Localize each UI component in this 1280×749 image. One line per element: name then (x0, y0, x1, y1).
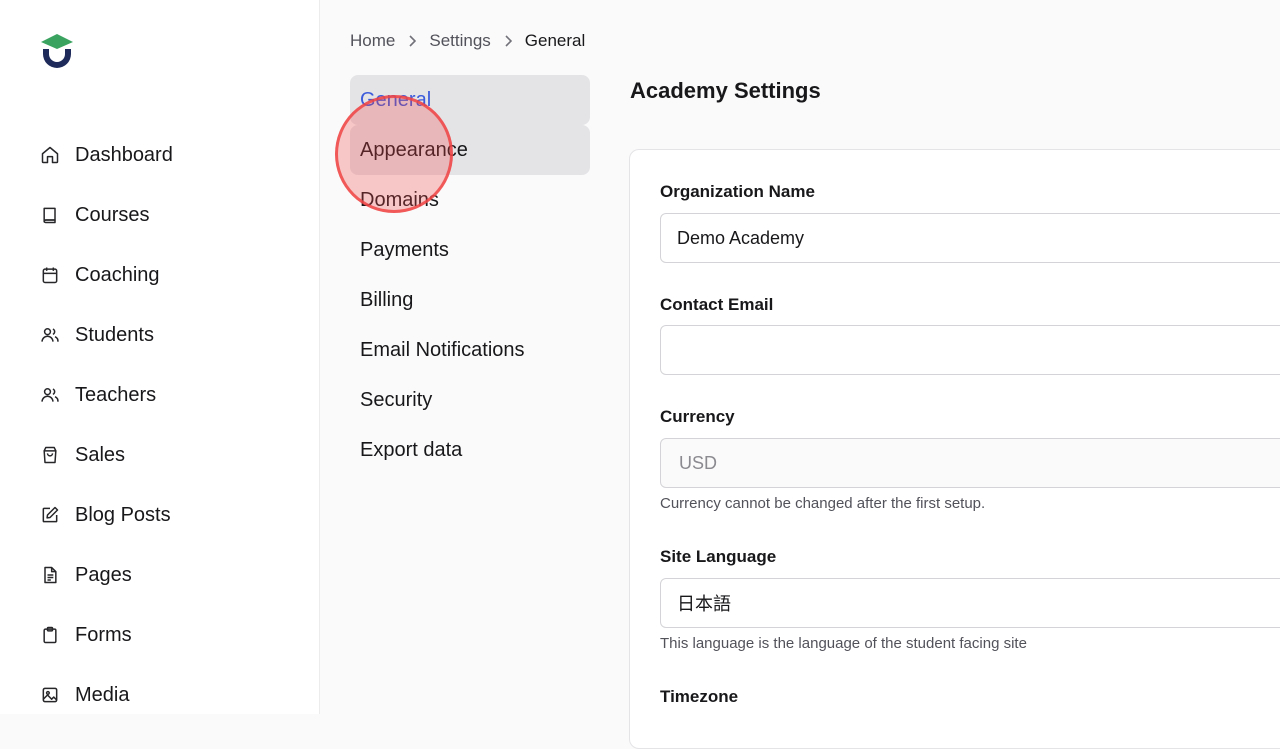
subnav-item-billing[interactable]: Billing (350, 275, 590, 325)
sidebar-nav: Dashboard Courses Coaching Students Teac… (0, 125, 320, 725)
subnav-item-domains[interactable]: Domains (350, 175, 590, 225)
subnav-item-appearance[interactable]: Appearance (350, 125, 590, 175)
settings-subnav: General Appearance Domains Payments Bill… (350, 75, 590, 475)
subnav-item-email-notifications[interactable]: Email Notifications (350, 325, 590, 375)
sidebar-item-label: Coaching (75, 263, 160, 286)
sidebar-item-forms[interactable]: Forms (0, 605, 320, 665)
book-icon (40, 205, 60, 225)
breadcrumb: Home Settings General (350, 31, 585, 51)
sidebar-item-media[interactable]: Media (0, 665, 320, 725)
sidebar-item-label: Dashboard (75, 143, 173, 166)
subnav-item-general[interactable]: General (350, 75, 590, 125)
contact-email-input[interactable] (660, 325, 1280, 375)
sidebar-item-label: Students (75, 323, 154, 346)
currency-value: USD (679, 452, 718, 473)
sidebar-item-label: Courses (75, 203, 150, 226)
sidebar-item-sales[interactable]: Sales (0, 425, 320, 485)
sidebar-item-pages[interactable]: Pages (0, 545, 320, 605)
sidebar-item-coaching[interactable]: Coaching (0, 245, 320, 305)
site-language-help-text: This language is the language of the stu… (660, 635, 1027, 652)
graduation-cap-logo[interactable] (38, 32, 76, 70)
sidebar-item-label: Teachers (75, 383, 157, 406)
currency-help-text: Currency cannot be changed after the fir… (660, 495, 986, 512)
site-language-value: 日本語 (677, 594, 731, 614)
organization-name-input[interactable]: Demo Academy (660, 213, 1280, 263)
sidebar-item-label: Blog Posts (75, 503, 171, 526)
subnav-item-export-data[interactable]: Export data (350, 425, 590, 475)
site-language-label: Site Language (660, 547, 777, 566)
contact-email-label: Contact Email (660, 295, 774, 314)
timezone-label: Timezone (660, 687, 739, 706)
sidebar-item-label: Pages (75, 563, 132, 586)
sidebar-item-dashboard[interactable]: Dashboard (0, 125, 320, 185)
sidebar-item-label: Sales (75, 443, 126, 466)
currency-input: USD (660, 438, 1280, 488)
sidebar-item-teachers[interactable]: Teachers (0, 365, 320, 425)
page-title: Academy Settings (630, 78, 821, 103)
clipboard-icon (40, 625, 60, 645)
organization-name-label: Organization Name (660, 182, 815, 201)
site-language-select[interactable]: 日本語 (660, 578, 1280, 628)
chevron-right-icon (407, 34, 417, 48)
home-icon (40, 145, 60, 165)
subnav-item-security[interactable]: Security (350, 375, 590, 425)
shopping-bag-icon (40, 445, 60, 465)
calendar-icon (40, 265, 60, 285)
document-icon (40, 565, 60, 585)
users-icon (40, 385, 60, 405)
sidebar-item-students[interactable]: Students (0, 305, 320, 365)
edit-icon (40, 505, 60, 525)
sidebar-item-label: Media (75, 683, 130, 706)
sidebar-item-label: Forms (75, 623, 132, 646)
sidebar-item-courses[interactable]: Courses (0, 185, 320, 245)
chevron-right-icon (503, 34, 513, 48)
breadcrumb-current: General (524, 31, 586, 50)
breadcrumb-home[interactable]: Home (350, 31, 395, 51)
subnav-item-payments[interactable]: Payments (350, 225, 590, 275)
organization-name-value: Demo Academy (677, 227, 805, 248)
sidebar: Dashboard Courses Coaching Students Teac… (0, 0, 320, 714)
users-icon (40, 325, 60, 345)
breadcrumb-settings[interactable]: Settings (429, 31, 490, 51)
currency-label: Currency (660, 407, 735, 426)
sidebar-item-blog-posts[interactable]: Blog Posts (0, 485, 320, 545)
image-icon (40, 685, 60, 705)
